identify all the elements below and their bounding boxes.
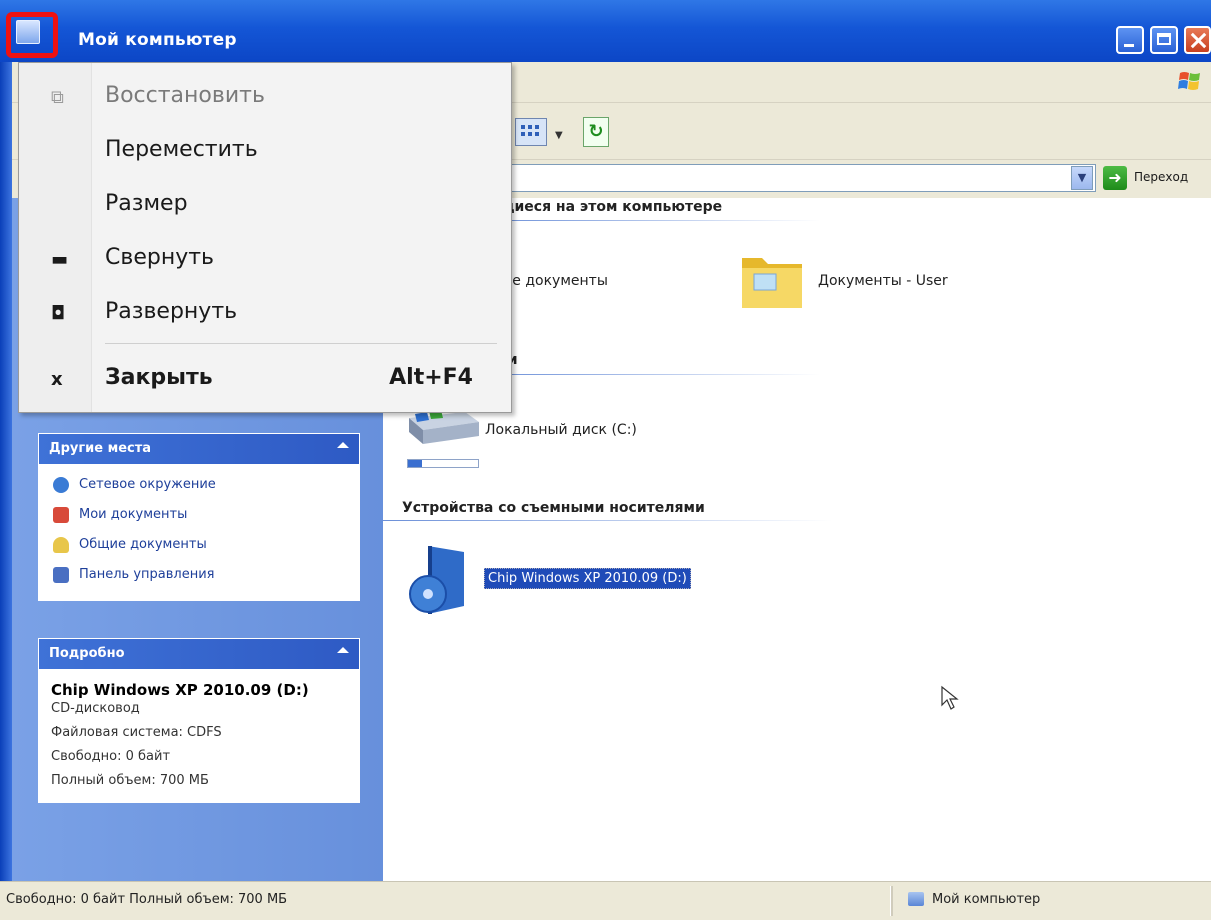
hard-disk-icon[interactable] <box>405 408 481 448</box>
minimize-icon: ▬ <box>51 249 69 270</box>
sidebar-item-control-panel[interactable]: Панель управления <box>51 560 347 590</box>
address-dropdown-icon[interactable]: ▼ <box>1071 166 1093 190</box>
address-input[interactable] <box>490 164 1096 192</box>
menu-item-size[interactable]: Размер <box>19 179 511 233</box>
user-documents-label[interactable]: Документы - User <box>818 273 948 289</box>
local-disk-label[interactable]: Локальный диск (C:) <box>485 422 637 438</box>
details-name: Chip Windows XP 2010.09 (D:) <box>51 681 309 699</box>
shared-folder-icon <box>53 537 69 553</box>
menu-item-move[interactable]: Переместить <box>19 125 511 179</box>
views-button[interactable] <box>515 118 547 146</box>
restore-icon: ⧉ <box>51 87 64 108</box>
window-title: Мой компьютер <box>78 30 237 50</box>
network-icon <box>53 477 69 493</box>
status-divider <box>890 886 893 916</box>
views-dropdown-arrow-icon[interactable]: ▼ <box>555 130 563 141</box>
other-places-panel: Другие места Сетевое окружение Мои докум… <box>38 433 360 601</box>
details-panel: Подробно Chip Windows XP 2010.09 (D:) CD… <box>38 638 360 803</box>
mouse-cursor-icon <box>941 685 959 710</box>
menu-item-label: Свернуть <box>105 245 215 270</box>
sidebar-item-label: Общие документы <box>79 537 207 552</box>
menu-item-label: Закрыть <box>105 365 213 390</box>
close-shortcut: Alt+F4 <box>389 365 473 390</box>
maximize-button[interactable] <box>1150 26 1178 54</box>
other-places-title: Другие места <box>49 441 152 456</box>
my-computer-icon <box>908 892 924 906</box>
section-rule <box>490 374 820 375</box>
highlight-box <box>6 12 58 58</box>
menu-item-label: Восстановить <box>105 83 265 108</box>
menu-item-minimize[interactable]: ▬ Свернуть <box>19 233 511 287</box>
menu-item-label: Развернуть <box>105 299 238 324</box>
details-type: CD-дисковод <box>51 701 140 716</box>
menu-item-close[interactable]: x Закрыть Alt+F4 <box>19 353 511 407</box>
cd-label[interactable]: Chip Windows XP 2010.09 (D:) <box>484 568 691 589</box>
system-menu: ⧉ Восстановить Переместить Размер ▬ Свер… <box>18 62 512 413</box>
status-text: Свободно: 0 байт Полный объем: 700 МБ <box>6 892 288 907</box>
go-arrow-icon[interactable]: ➜ <box>1103 166 1127 190</box>
collapse-icon[interactable] <box>337 442 349 448</box>
sidebar-item-label: Сетевое окружение <box>79 477 216 492</box>
control-panel-icon <box>53 567 69 583</box>
details-title: Подробно <box>49 646 125 661</box>
section-rule <box>490 220 820 221</box>
go-button-label[interactable]: Переход <box>1134 170 1188 184</box>
menu-separator <box>105 343 497 344</box>
menu-item-restore[interactable]: ⧉ Восстановить <box>19 71 511 125</box>
collapse-icon[interactable] <box>337 647 349 653</box>
menu-item-label: Переместить <box>105 137 258 162</box>
details-filesystem: Файловая система: CDFS <box>51 725 222 740</box>
section-rule <box>382 520 832 521</box>
window-border-left <box>0 62 12 881</box>
close-button[interactable] <box>1184 26 1211 54</box>
windows-logo-icon <box>1178 72 1200 90</box>
sidebar-item-network[interactable]: Сетевое окружение <box>51 470 347 500</box>
sidebar-item-label: Панель управления <box>79 567 215 582</box>
folder-icon[interactable] <box>738 244 806 314</box>
section-removable-heading: Устройства со съемными носителями <box>402 500 705 516</box>
sidebar-item-shared-documents[interactable]: Общие документы <box>51 530 347 560</box>
sidebar-item-my-documents[interactable]: Мои документы <box>51 500 347 530</box>
refresh-icon[interactable]: ↻ <box>583 117 609 147</box>
status-location: Мой компьютер <box>932 892 1041 907</box>
menu-item-label: Размер <box>105 191 188 216</box>
disk-usage-bar <box>407 459 479 468</box>
details-total: Полный объем: 700 МБ <box>51 773 209 788</box>
title-bar[interactable]: Мой компьютер <box>0 0 1211 62</box>
details-free: Свободно: 0 байт <box>51 749 171 764</box>
sidebar-item-label: Мои документы <box>79 507 188 522</box>
details-header[interactable]: Подробно <box>39 639 359 669</box>
section-files-heading: ящиеся на этом компьютере <box>490 199 723 215</box>
status-bar: Свободно: 0 байт Полный объем: 700 МБ Мо… <box>0 881 1211 920</box>
menu-item-maximize[interactable]: ◘ Развернуть <box>19 287 511 341</box>
my-documents-icon <box>53 507 69 523</box>
minimize-button[interactable] <box>1116 26 1144 54</box>
close-icon: x <box>51 369 63 390</box>
cd-drive-icon[interactable] <box>406 544 474 616</box>
maximize-icon: ◘ <box>51 303 66 324</box>
other-places-header[interactable]: Другие места <box>39 434 359 464</box>
